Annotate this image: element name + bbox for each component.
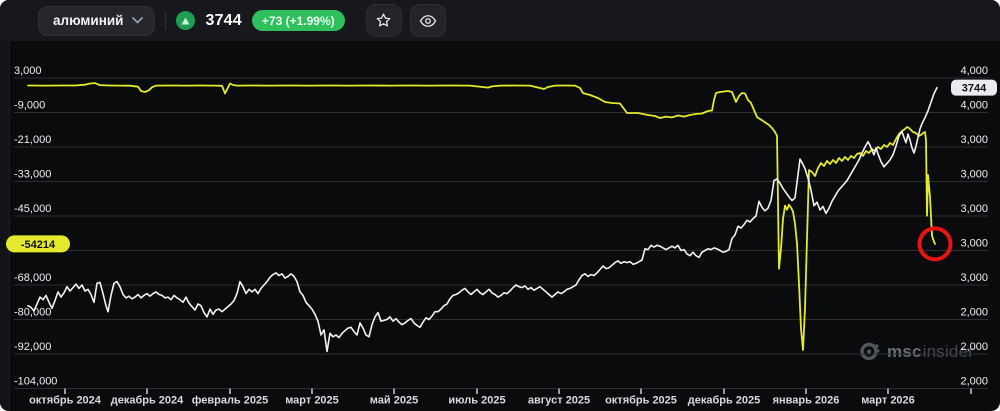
header-divider <box>165 12 166 30</box>
favorite-button[interactable] <box>366 4 402 37</box>
right-axis-current-value: 3744 <box>962 83 987 95</box>
brand-name-light: insider <box>923 342 974 362</box>
x-axis-label: июль 2025 <box>448 395 505 407</box>
brand-watermark: msc insider <box>858 340 974 363</box>
left-axis-current-pill <box>6 235 70 252</box>
highlight-circle-annotation <box>920 228 951 259</box>
up-arrow-badge-icon <box>176 11 195 30</box>
x-axis-label: декабрь 2024 <box>111 395 184 407</box>
right-axis-label: 3,000 <box>960 238 988 250</box>
watch-button[interactable] <box>410 4 446 37</box>
price-change-badge: +73 (+1.99%) <box>252 10 345 31</box>
left-axis-label: -33,000 <box>14 169 51 181</box>
left-axis-current-value: -54214 <box>21 239 56 251</box>
x-axis-label: февраль 2025 <box>192 395 268 407</box>
price-chart[interactable]: октябрь 2024 декабрь 2024 февраль 2025 март… <box>0 0 1000 411</box>
left-axis-label: -92,000 <box>14 341 51 353</box>
left-axis-label: -104,000 <box>14 376 57 388</box>
left-axis-label: -21,000 <box>14 134 51 146</box>
x-axis-label: март 2026 <box>861 395 915 407</box>
left-axis-label: 3,000 <box>14 65 42 77</box>
indicator-line-yellow <box>28 83 935 350</box>
left-edge-strip <box>0 0 10 411</box>
star-icon <box>375 12 392 29</box>
left-axis-label: -9,000 <box>14 100 45 112</box>
left-axis-label: -45,000 <box>14 203 51 215</box>
x-axis-label: март 2025 <box>285 395 339 407</box>
brand-name-bold: msc <box>887 342 922 362</box>
chevron-down-icon <box>132 17 143 24</box>
right-axis-current-pill <box>951 80 997 96</box>
right-axis-label: 4,000 <box>960 65 988 77</box>
price-line-white <box>28 88 937 352</box>
brand-logo-icon <box>858 340 881 363</box>
right-axis-label: 3,000 <box>960 272 988 284</box>
right-axis-label: 4,000 <box>960 100 988 112</box>
x-axis-label: май 2025 <box>370 395 418 407</box>
trading-widget: алюминий 3744 +73 (+1.99%) <box>0 0 1000 411</box>
last-price: 3744 <box>205 12 241 30</box>
x-axis-label: октябрь 2025 <box>605 395 677 407</box>
right-axis-label: 3,000 <box>960 169 988 181</box>
right-axis-label: 2,000 <box>960 307 988 319</box>
right-axis-label: 3,000 <box>960 203 988 215</box>
right-axis-label: 3,000 <box>960 134 988 146</box>
instrument-header: алюминий 3744 +73 (+1.99%) <box>0 0 1000 41</box>
x-axis-label: август 2025 <box>528 395 590 407</box>
x-axis-label: октябрь 2024 <box>29 395 102 407</box>
left-axis-label: -80,000 <box>14 307 51 319</box>
right-axis-label: 2,000 <box>960 376 988 388</box>
x-axis-label: декабрь 2025 <box>688 395 761 407</box>
instrument-name: алюминий <box>53 13 123 28</box>
instrument-selector[interactable]: алюминий <box>38 6 155 36</box>
left-axis-label: -68,000 <box>14 272 51 284</box>
eye-icon <box>419 14 437 28</box>
x-axis-label: январь 2026 <box>773 395 840 407</box>
